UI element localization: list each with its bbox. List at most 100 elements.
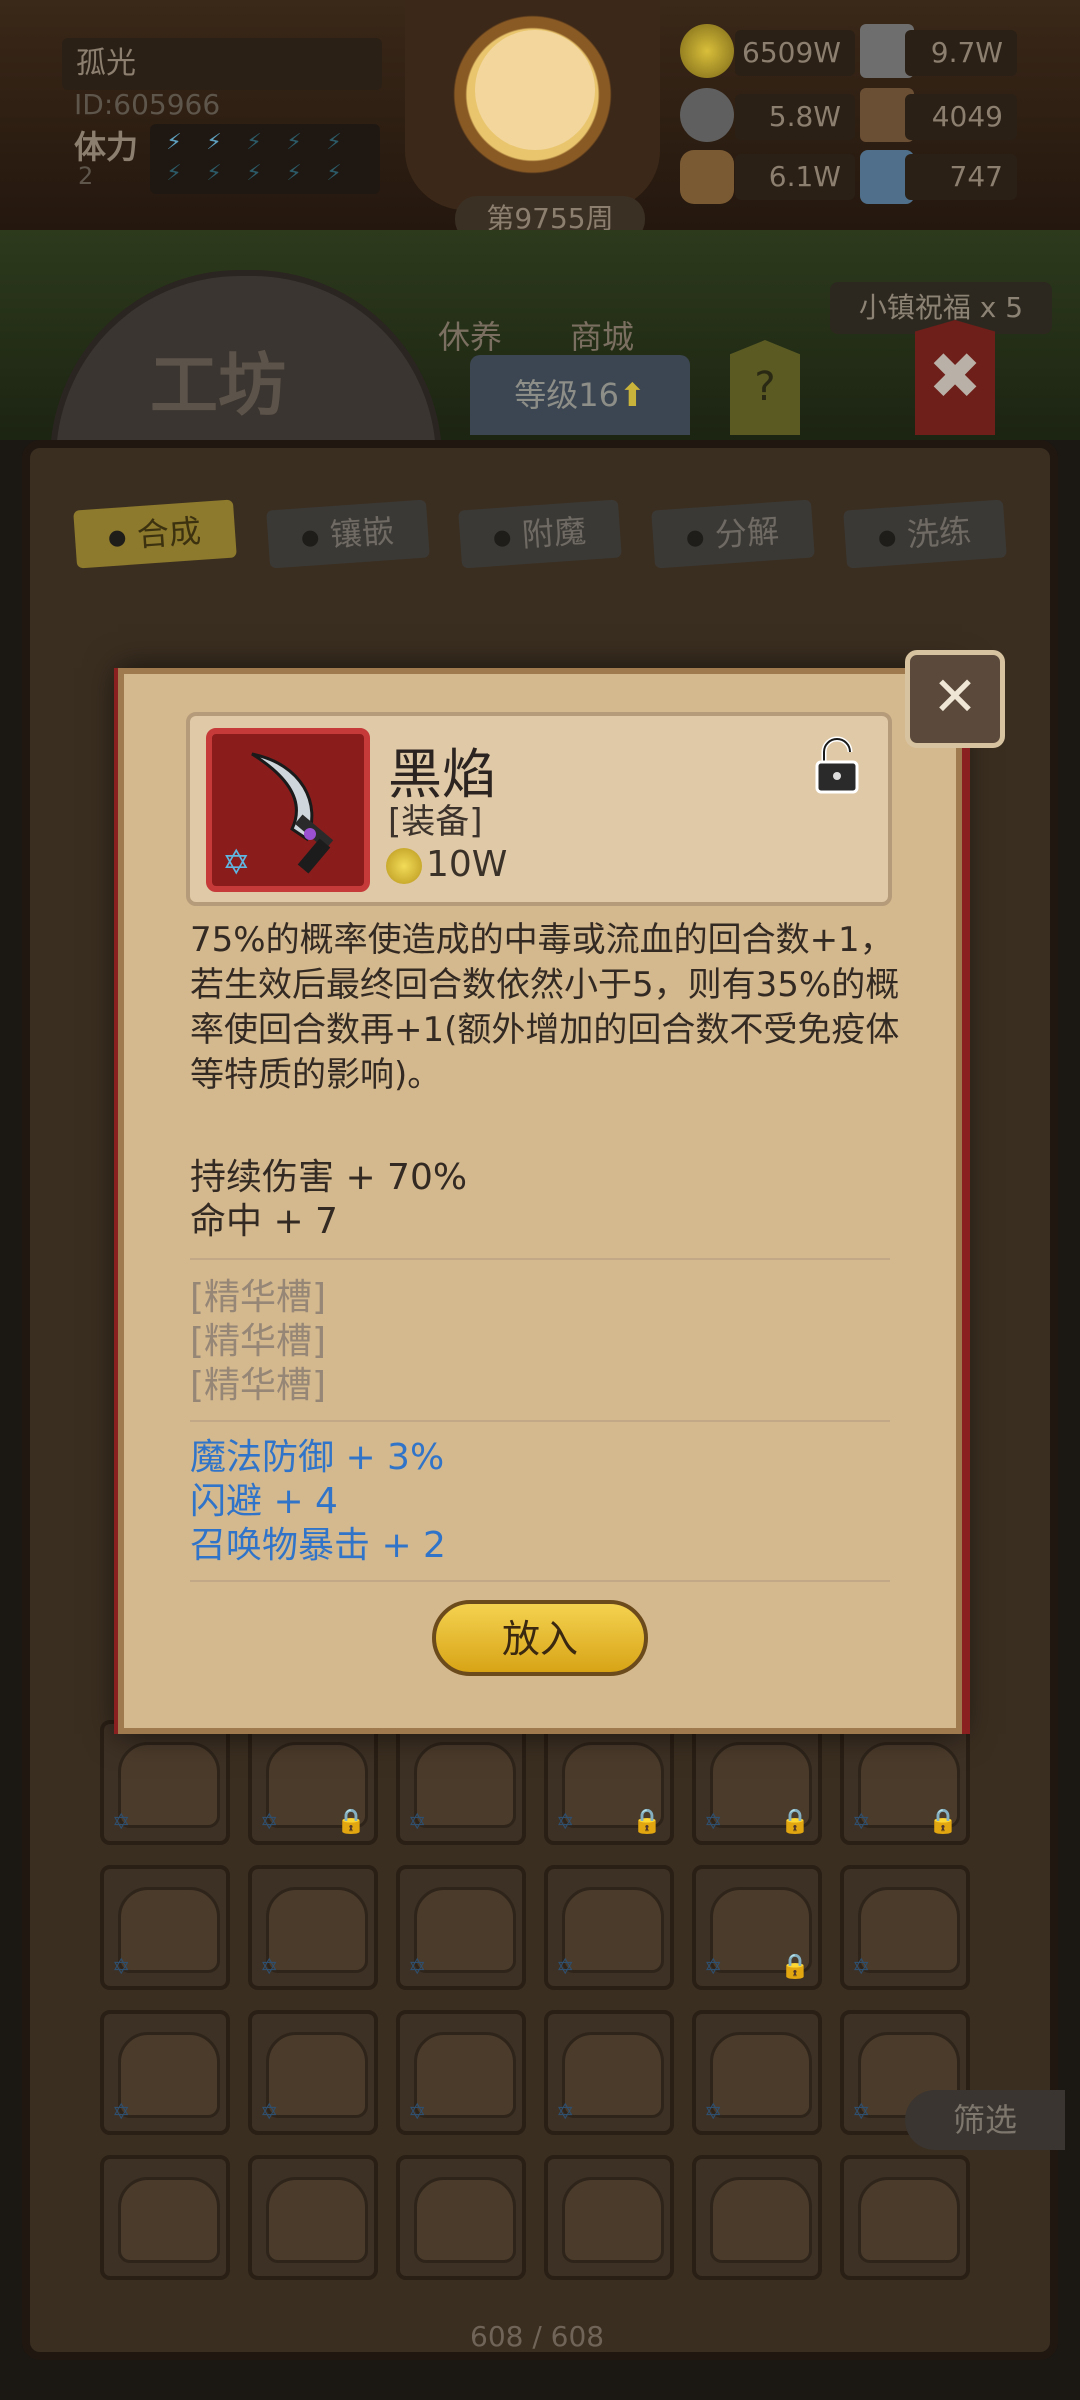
close-modal-button[interactable]: ✕	[905, 650, 1005, 748]
stamina-bolt-icon: ⚡	[326, 130, 342, 155]
stamina-bolt-icon: ⚡	[326, 161, 342, 186]
inventory-slot[interactable]: ✡	[840, 1865, 970, 1990]
close-workshop-button[interactable]: ✖	[915, 320, 995, 435]
stamina-bolt-icon: ⚡	[206, 130, 222, 155]
chest-icon	[562, 1887, 664, 1973]
chest-icon	[562, 2032, 664, 2118]
inventory-slot[interactable]	[100, 2155, 230, 2280]
star-icon: ✡	[260, 2100, 279, 2125]
chest-icon	[266, 2032, 368, 2118]
stamina-bolt-icon: ⚡	[166, 161, 182, 186]
item-bonus: 召唤物暴击 + 2	[190, 1525, 446, 1566]
star-icon: ✡	[556, 1955, 575, 1980]
help-button[interactable]: ?	[730, 340, 800, 435]
tab-inlay[interactable]: 镶嵌	[266, 499, 430, 569]
svg-text:✡: ✡	[222, 843, 251, 883]
iron-amount: 9.7W	[905, 30, 1017, 76]
star-icon: ✡	[704, 1810, 723, 1835]
star-icon: ✡	[408, 1955, 427, 1980]
star-icon: ✡	[704, 1955, 723, 1980]
chest-icon	[710, 2177, 812, 2263]
inventory-slot[interactable]	[692, 2155, 822, 2280]
inventory-slot[interactable]: ✡🔒	[544, 1720, 674, 1845]
workshop-level: 等级16	[514, 376, 619, 414]
stamina-bolt-icon: ⚡	[246, 130, 262, 155]
tab-synthesize[interactable]: 合成	[73, 499, 237, 569]
tab-refine[interactable]: 洗练	[843, 499, 1007, 569]
star-icon: ✡	[260, 1810, 279, 1835]
lock-icon: 🔒	[336, 1807, 366, 1835]
player-avatar[interactable]	[405, 0, 660, 210]
inventory-slot[interactable]: ✡	[396, 1720, 526, 1845]
nav-shop[interactable]: 商城	[570, 312, 634, 358]
chest-icon	[118, 1887, 220, 1973]
gold-coin-icon	[386, 848, 422, 884]
item-stat: 命中 + 7	[190, 1201, 338, 1242]
inventory-slot[interactable]: ✡	[544, 2010, 674, 2135]
close-icon: ✖	[928, 340, 982, 414]
filter-button[interactable]: 筛选	[905, 2090, 1065, 2150]
crystal-amount: 747	[905, 154, 1017, 200]
chest-icon	[414, 2032, 516, 2118]
lock-icon: 🔒	[780, 1952, 810, 1980]
inventory-slot[interactable]: ✡	[396, 2010, 526, 2135]
inventory-slot[interactable]: ✡	[544, 1865, 674, 1990]
star-icon: ✡	[408, 2100, 427, 2125]
inventory-slot[interactable]	[248, 2155, 378, 2280]
tab-label: 镶嵌	[328, 511, 396, 555]
chest-icon	[562, 2177, 664, 2263]
inventory-slot[interactable]	[544, 2155, 674, 2280]
stamina-bolt-icon: ⚡	[246, 161, 262, 186]
inventory-slot[interactable]: ✡	[396, 1865, 526, 1990]
inventory-slot[interactable]	[396, 2155, 526, 2280]
gold-coin-icon	[680, 24, 734, 78]
stamina-bolt-icon: ⚡	[286, 161, 302, 186]
item-icon: ✡	[206, 728, 370, 892]
tab-dot-icon	[108, 530, 126, 548]
chest-icon	[118, 1742, 220, 1828]
chest-icon	[710, 2032, 812, 2118]
tab-dot-icon	[878, 530, 896, 548]
inventory-slot[interactable]: ✡	[692, 2010, 822, 2135]
divider	[190, 1258, 890, 1260]
stamina-bar: ⚡ ⚡ ⚡ ⚡ ⚡ ⚡ ⚡ ⚡ ⚡ ⚡	[150, 124, 380, 194]
inventory-slot[interactable]	[840, 2155, 970, 2280]
place-button[interactable]: 放入	[432, 1600, 648, 1676]
inventory-slot[interactable]: ✡	[100, 2010, 230, 2135]
dagger-icon: ✡	[222, 752, 334, 883]
tab-enchant[interactable]: 附魔	[458, 499, 622, 569]
chest-icon	[266, 1887, 368, 1973]
inventory-slot[interactable]: ✡🔒	[248, 1720, 378, 1845]
inventory-slot[interactable]: ✡🔒	[840, 1720, 970, 1845]
nav-rest[interactable]: 休养	[438, 312, 502, 358]
stamina-value: 2	[78, 162, 94, 190]
arrow-up-icon: ⬆	[618, 376, 646, 414]
tab-dot-icon	[686, 530, 704, 548]
player-name: 孤光	[62, 38, 382, 90]
star-icon: ✡	[260, 1955, 279, 1980]
essence-slot: [精华槽]	[190, 1365, 327, 1406]
inventory-slot[interactable]: ✡🔒	[692, 1720, 822, 1845]
chest-icon	[118, 2177, 220, 2263]
tab-label: 合成	[135, 511, 203, 555]
unlock-icon[interactable]	[812, 736, 862, 796]
lock-icon: 🔒	[632, 1807, 662, 1835]
close-icon: ✕	[932, 665, 978, 728]
tab-decompose[interactable]: 分解	[651, 499, 815, 569]
star-icon: ✡	[852, 1955, 871, 1980]
inventory-slot[interactable]: ✡	[100, 1865, 230, 1990]
inventory-slot[interactable]: ✡🔒	[692, 1865, 822, 1990]
tab-label: 洗练	[905, 511, 973, 555]
chest-icon	[414, 2177, 516, 2263]
inventory-slot[interactable]: ✡	[248, 2010, 378, 2135]
inventory-slot[interactable]: ✡	[100, 1720, 230, 1845]
stamina-bolt-icon: ⚡	[206, 161, 222, 186]
item-type: [装备]	[388, 802, 483, 842]
star-icon: ✡	[556, 2100, 575, 2125]
item-description: 75%的概率使造成的中毒或流血的回合数+1，若生效后最终回合数依然小于5，则有3…	[190, 920, 900, 1095]
divider	[190, 1420, 890, 1422]
star-icon: ✡	[852, 1810, 871, 1835]
chest-icon	[858, 1887, 960, 1973]
chest-icon	[414, 1742, 516, 1828]
inventory-slot[interactable]: ✡	[248, 1865, 378, 1990]
